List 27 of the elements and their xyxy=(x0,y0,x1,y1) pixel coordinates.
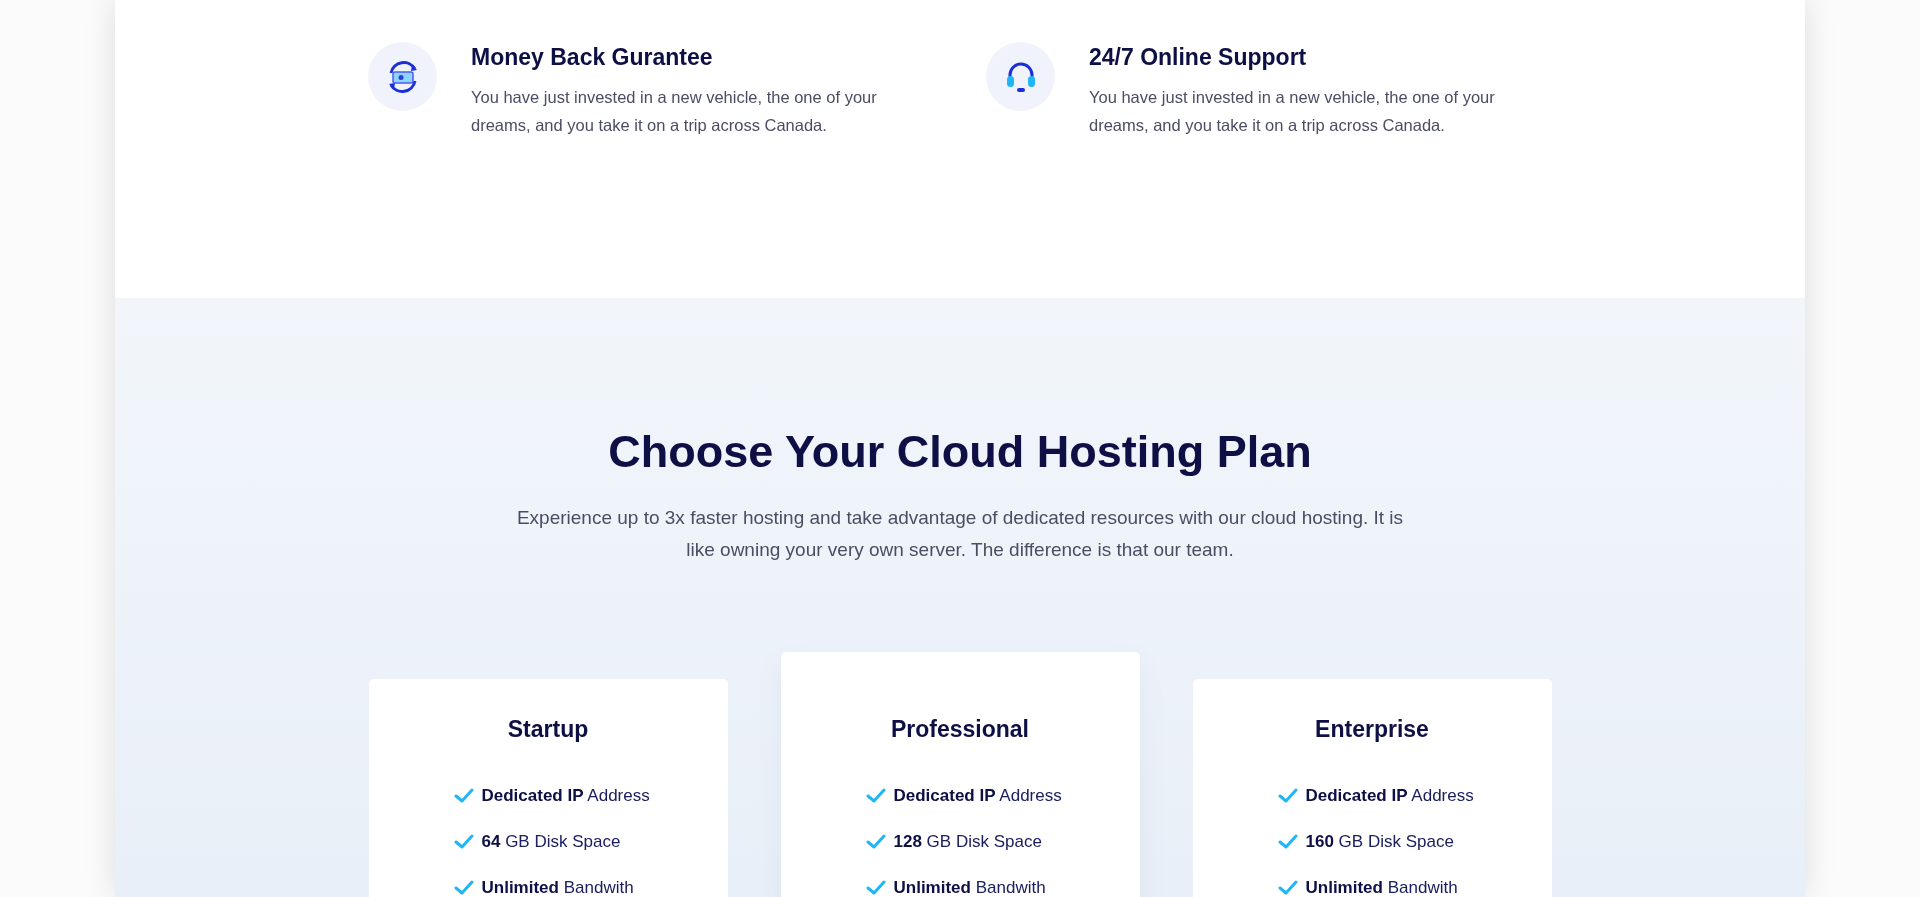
plan-feature: Unlimited Bandwith xyxy=(1305,878,1458,897)
plan-feature: 64 GB Disk Space xyxy=(481,832,621,852)
plan-feature: Dedicated IP Address xyxy=(1305,786,1474,806)
plan-name: Professional xyxy=(889,716,1030,743)
plan-feature: Dedicated IP Address xyxy=(481,786,650,806)
plan-feature: Unlimited Bandwith xyxy=(481,878,634,897)
section-title: Choose Your Cloud Hosting Plan xyxy=(608,426,1312,478)
check-icon xyxy=(865,880,886,896)
feature-description: You have just invested in a new vehicle, the one of your dreams, and you take it on a trip across Canada. xyxy=(471,87,878,136)
check-icon xyxy=(1277,788,1298,804)
plan-feature: Unlimited Bandwith xyxy=(893,878,1046,897)
plan-feature: 128 GB Disk Space xyxy=(893,832,1042,852)
check-icon xyxy=(1277,834,1298,850)
check-icon xyxy=(453,834,474,850)
check-icon xyxy=(1277,880,1298,896)
check-icon xyxy=(865,834,886,850)
feature-title: Money Back Gurantee xyxy=(471,44,714,71)
check-icon xyxy=(453,788,474,804)
check-icon xyxy=(865,788,886,804)
check-icon xyxy=(453,880,474,896)
plan-name: Enterprise xyxy=(1314,716,1430,743)
plan-feature: 160 GB Disk Space xyxy=(1305,832,1454,852)
feature-title: 24/7 Online Support xyxy=(1089,44,1308,71)
plan-name: Startup xyxy=(506,716,590,743)
plan-feature: Dedicated IP Address xyxy=(893,786,1062,806)
feature-description: You have just invested in a new vehicle, the one of your dreams, and you take it on a trip across Canada. xyxy=(1089,87,1496,136)
section-subtitle: Experience up to 3x faster hosting and take advantage of dedicated resources with our cloud hosting. It is like owning your very own server. The difference is that our team. xyxy=(515,506,1405,562)
